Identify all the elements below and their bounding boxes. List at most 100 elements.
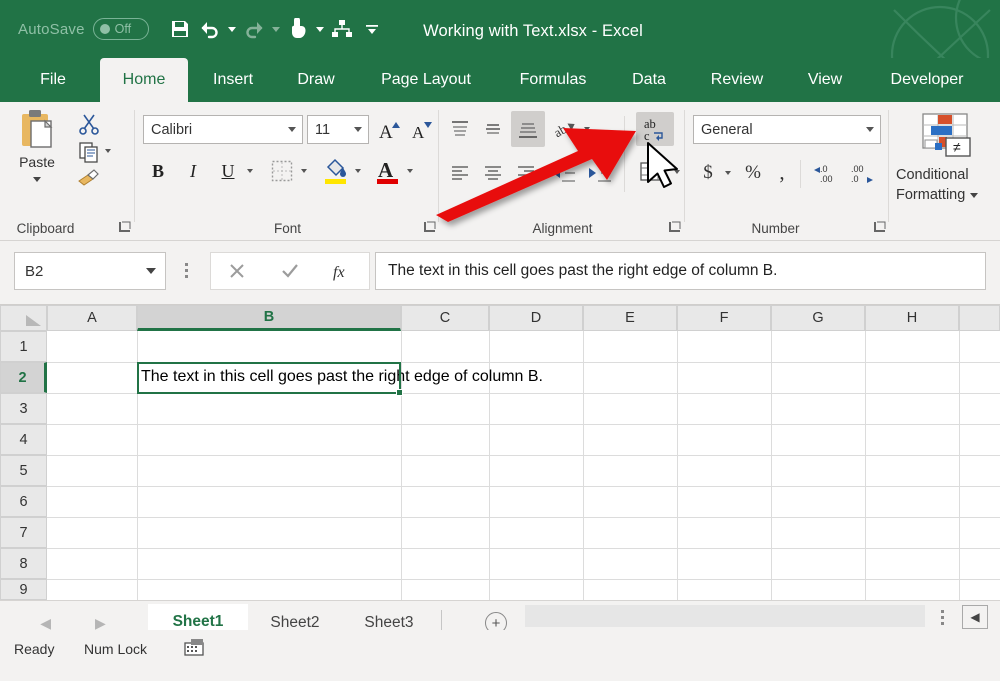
column-header-h[interactable]: H bbox=[865, 305, 959, 331]
svg-text:A: A bbox=[378, 158, 394, 182]
row-header-8[interactable]: 8 bbox=[0, 548, 47, 579]
tab-formulas[interactable]: Formulas bbox=[502, 58, 604, 102]
decrease-decimal-icon[interactable]: .00.0 bbox=[845, 158, 877, 188]
fill-color-icon[interactable] bbox=[321, 153, 351, 187]
row-header-3[interactable]: 3 bbox=[0, 393, 47, 424]
italic-button[interactable]: I bbox=[178, 156, 208, 186]
horizontal-scrollbar[interactable] bbox=[525, 605, 925, 627]
tab-page-layout[interactable]: Page Layout bbox=[364, 58, 488, 102]
number-dialog-launcher[interactable] bbox=[873, 221, 886, 234]
column-header-i[interactable] bbox=[959, 305, 1000, 331]
accounting-format-icon[interactable]: $ bbox=[695, 158, 721, 188]
increase-decimal-icon[interactable]: .0.00 bbox=[810, 158, 842, 188]
scrollbar-grip[interactable] bbox=[941, 610, 944, 625]
sheet-nav-prev-icon[interactable]: ◀ bbox=[40, 615, 51, 632]
font-name-dropdown-icon[interactable] bbox=[288, 127, 296, 132]
merge-and-center-icon[interactable] bbox=[636, 156, 670, 188]
column-header-d-label: D bbox=[530, 310, 542, 326]
bottom-align-icon[interactable] bbox=[511, 111, 545, 147]
underline-dropdown-icon[interactable] bbox=[247, 169, 253, 173]
cancel-formula-icon[interactable] bbox=[211, 253, 264, 289]
column-header-b[interactable]: B bbox=[137, 305, 401, 331]
font-size-dropdown-icon[interactable] bbox=[354, 127, 362, 132]
increase-indent-icon[interactable] bbox=[584, 158, 616, 188]
tab-file[interactable]: File bbox=[22, 58, 84, 102]
underline-button[interactable]: U bbox=[213, 156, 243, 186]
bold-button[interactable]: B bbox=[143, 156, 173, 186]
gridline-h bbox=[47, 362, 1000, 363]
tab-developer[interactable]: Developer bbox=[872, 58, 982, 102]
alignment-group-label: Alignment bbox=[532, 221, 593, 236]
formula-input[interactable]: The text in this cell goes past the righ… bbox=[375, 252, 986, 290]
row-header-1[interactable]: 1 bbox=[0, 331, 47, 362]
tab-review[interactable]: Review bbox=[696, 58, 778, 102]
copy-icon[interactable] bbox=[74, 138, 104, 165]
middle-align-icon[interactable] bbox=[478, 114, 508, 144]
top-align-icon[interactable] bbox=[445, 114, 475, 144]
align-right-icon[interactable] bbox=[511, 158, 541, 188]
percent-style-icon[interactable]: % bbox=[739, 158, 767, 188]
center-icon[interactable] bbox=[478, 158, 508, 188]
row-header-6[interactable]: 6 bbox=[0, 486, 47, 517]
column-header-a[interactable]: A bbox=[47, 305, 137, 331]
insert-function-icon[interactable]: fx bbox=[316, 253, 369, 289]
name-box-value: B2 bbox=[25, 262, 44, 280]
column-header-f[interactable]: F bbox=[677, 305, 771, 331]
name-box-dropdown-icon[interactable] bbox=[146, 268, 156, 274]
number-format-value: General bbox=[701, 121, 753, 138]
conditional-formatting-button[interactable]: ≠ Conditional Formatting bbox=[890, 110, 1000, 205]
number-format-select[interactable]: General bbox=[693, 115, 881, 144]
comma-style-icon[interactable]: , bbox=[770, 156, 794, 188]
add-sheet-label: + bbox=[491, 614, 501, 632]
font-color-icon[interactable]: A bbox=[373, 153, 403, 187]
column-header-d[interactable]: D bbox=[489, 305, 583, 331]
formula-bar-grip[interactable] bbox=[185, 263, 188, 278]
borders-icon[interactable] bbox=[267, 156, 297, 186]
fill-color-dropdown-icon[interactable] bbox=[355, 169, 361, 173]
wrap-text-button[interactable]: ab c bbox=[636, 112, 674, 146]
orientation-dropdown-icon[interactable] bbox=[584, 127, 590, 131]
tab-insert[interactable]: Insert bbox=[200, 58, 266, 102]
name-box[interactable]: B2 bbox=[14, 252, 166, 290]
orientation-icon[interactable]: ab bbox=[550, 114, 582, 144]
merge-dropdown-icon[interactable] bbox=[674, 170, 680, 174]
fill-handle[interactable] bbox=[396, 389, 403, 396]
row-header-2[interactable]: 2 bbox=[0, 362, 47, 393]
decrease-font-size-icon[interactable]: A bbox=[407, 115, 436, 144]
column-header-e[interactable]: E bbox=[583, 305, 677, 331]
number-format-dropdown-icon[interactable] bbox=[866, 127, 874, 132]
align-left-icon[interactable] bbox=[445, 158, 475, 188]
format-painter-icon[interactable] bbox=[74, 164, 104, 191]
select-all-button[interactable] bbox=[0, 305, 47, 331]
borders-dropdown-icon[interactable] bbox=[301, 169, 307, 173]
paste-button[interactable]: Paste bbox=[8, 108, 66, 204]
row-header-9[interactable]: 9 bbox=[0, 579, 47, 600]
tab-data[interactable]: Data bbox=[620, 58, 678, 102]
column-header-c[interactable]: C bbox=[401, 305, 489, 331]
font-name-input[interactable]: Calibri bbox=[143, 115, 303, 144]
row-header-5[interactable]: 5 bbox=[0, 455, 47, 486]
tab-view[interactable]: View bbox=[794, 58, 856, 102]
enter-formula-icon[interactable] bbox=[264, 253, 317, 289]
copy-dropdown-icon[interactable] bbox=[105, 149, 111, 153]
font-dialog-launcher[interactable] bbox=[423, 221, 436, 234]
column-header-g[interactable]: G bbox=[771, 305, 865, 331]
font-color-dropdown-icon[interactable] bbox=[407, 169, 413, 173]
scroll-left-button[interactable]: ◀ bbox=[962, 605, 988, 629]
row-header-4[interactable]: 4 bbox=[0, 424, 47, 455]
column-header-e-label: E bbox=[625, 310, 635, 326]
clipboard-dialog-launcher[interactable] bbox=[118, 221, 131, 234]
status-num-lock: Num Lock bbox=[84, 641, 148, 657]
record-macro-icon[interactable] bbox=[184, 638, 204, 661]
increase-font-size-icon[interactable]: A bbox=[375, 115, 404, 144]
tab-home[interactable]: Home bbox=[100, 58, 188, 102]
sheet-nav-next-icon[interactable]: ▶ bbox=[95, 615, 106, 632]
cut-icon[interactable] bbox=[74, 110, 104, 137]
paste-dropdown-icon[interactable] bbox=[33, 177, 41, 182]
tab-draw[interactable]: Draw bbox=[286, 58, 346, 102]
accounting-dropdown-icon[interactable] bbox=[725, 171, 731, 175]
decrease-indent-icon[interactable] bbox=[548, 158, 580, 188]
conditional-formatting-dropdown-icon[interactable] bbox=[970, 192, 979, 198]
font-size-input[interactable]: 11 bbox=[307, 115, 369, 144]
row-header-7[interactable]: 7 bbox=[0, 517, 47, 548]
